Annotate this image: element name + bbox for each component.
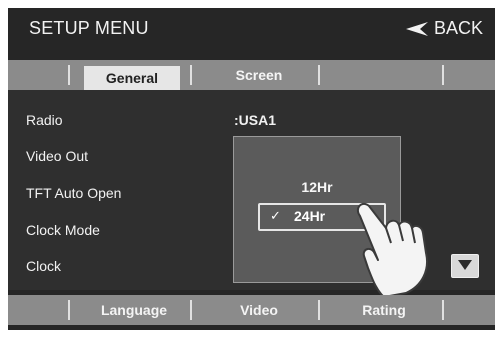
back-arrow-icon <box>405 21 428 36</box>
tab-separator <box>442 300 444 320</box>
option-24hr-label: 24Hr <box>294 208 326 224</box>
tab-separator <box>68 65 70 85</box>
setting-video-out[interactable]: Video Out <box>26 148 88 164</box>
pointing-hand-icon <box>348 198 438 308</box>
bottom-tab-bar: Language Video Rating <box>8 295 495 325</box>
top-tab-bar: General Screen <box>8 60 495 90</box>
setup-screen: SETUP MENU BACK General Screen Radio :US… <box>8 8 495 330</box>
tab-video[interactable]: Video <box>204 295 314 325</box>
page-title: SETUP MENU <box>29 18 149 38</box>
tab-separator <box>318 300 320 320</box>
tab-separator <box>318 65 320 85</box>
tab-language[interactable]: Language <box>80 295 188 325</box>
tab-separator <box>190 65 192 85</box>
scroll-down-button[interactable] <box>451 254 479 278</box>
tab-separator <box>190 300 192 320</box>
setting-radio-value: :USA1 <box>234 112 277 128</box>
down-triangle-icon <box>458 257 472 275</box>
tab-separator <box>68 300 70 320</box>
tab-separator <box>442 65 444 85</box>
setting-radio[interactable]: Radio <box>26 112 63 128</box>
option-12hr[interactable]: 12Hr <box>234 179 400 195</box>
setting-clock-mode[interactable]: Clock Mode <box>26 222 100 238</box>
setting-tft-auto-open[interactable]: TFT Auto Open <box>26 185 121 201</box>
back-label: BACK <box>433 18 483 38</box>
tab-screen[interactable]: Screen <box>204 60 314 90</box>
check-icon: ✓ <box>270 208 281 223</box>
top-bar: SETUP MENU BACK <box>8 8 495 52</box>
tab-rating[interactable]: Rating <box>330 295 438 325</box>
back-button[interactable]: BACK <box>405 18 483 39</box>
setting-clock[interactable]: Clock <box>26 258 61 274</box>
tab-general[interactable]: General <box>84 66 180 90</box>
